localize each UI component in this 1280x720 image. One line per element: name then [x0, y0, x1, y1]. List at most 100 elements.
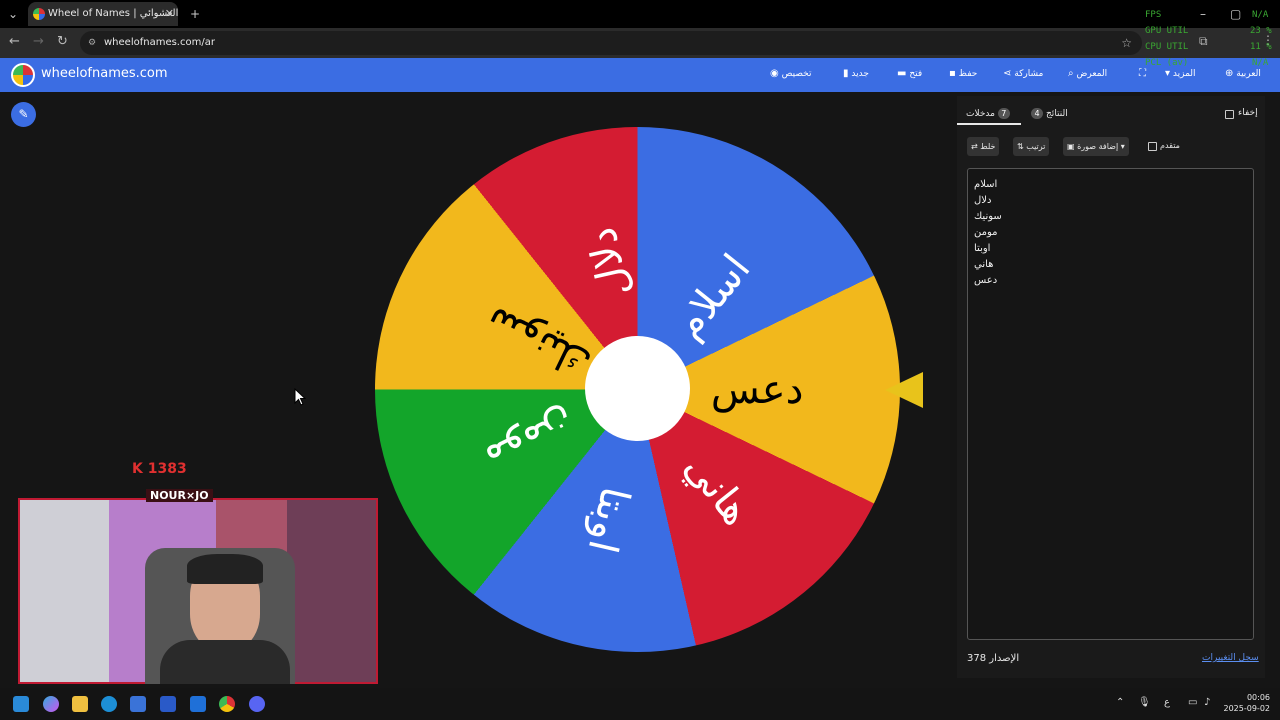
entry-line: هاني [974, 259, 994, 270]
add-image-label: إضافة صورة [1077, 142, 1119, 151]
kick-logo-icon: K [132, 461, 143, 477]
tab-entries[interactable]: مدخلات 7 [966, 108, 1013, 119]
sort-button[interactable]: ⇅ ترتيب [1013, 137, 1050, 156]
customize-button[interactable]: ◉ تخصيص [765, 68, 811, 79]
hide-checkbox[interactable] [1225, 110, 1234, 119]
shuffle-button[interactable]: ⇄ خلط [967, 137, 1000, 156]
wheel-center-hub[interactable] [585, 336, 690, 441]
url-text: wheelofnames.com/ar [104, 37, 215, 48]
wheel-logo-icon[interactable] [11, 63, 35, 87]
fullscreen-icon: ⛶ [1139, 68, 1146, 79]
version-info: 378 الإصدار [967, 653, 1019, 664]
gallery-label: المعرض [1076, 69, 1108, 79]
changelog-link[interactable]: سجل التغييرات [1202, 653, 1259, 663]
reload-icon[interactable]: ↻ [57, 34, 68, 49]
sort-label: ترتيب [1026, 142, 1046, 151]
streamer-name: NOUR×JO [146, 489, 213, 502]
browser-tab[interactable]: Wheel of Names | اسم العشوائي ✕ [28, 2, 178, 26]
entry-line: مومن [974, 227, 998, 238]
save-button[interactable]: ▪ حفظ [944, 68, 977, 79]
image-icon: ▣ [1067, 142, 1075, 151]
store-icon[interactable] [130, 696, 146, 712]
forward-icon[interactable]: → [33, 34, 44, 49]
entries-textarea[interactable]: اسلام دلال سونيك مومن اوبتا هاني دعس [967, 168, 1254, 640]
edge-icon[interactable] [101, 696, 117, 712]
windows-start-icon[interactable] [13, 696, 29, 712]
app-icon[interactable] [160, 696, 176, 712]
fps-label: FPS [1145, 10, 1162, 20]
gpu-value: 23 % [1250, 26, 1272, 36]
tab-list-icon[interactable]: ⌄ [8, 0, 18, 28]
entries-list: اسلام دلال سونيك مومن اوبتا هاني دعس [974, 177, 1253, 289]
webcam-body [160, 640, 290, 684]
share-button[interactable]: ⋖ مشاركة [998, 68, 1043, 79]
pcl-label: PCL (av) [1145, 58, 1189, 68]
url-field[interactable]: ⚙ wheelofnames.com/ar ☆ [80, 31, 1142, 55]
open-label: فتح [909, 69, 923, 79]
entries-label: مدخلات [966, 109, 995, 119]
kick-counter: K 1383 [132, 461, 187, 477]
entry-line: اسلام [974, 179, 998, 190]
version-number: 378 [967, 653, 987, 664]
outlook-icon[interactable] [190, 696, 206, 712]
palette-icon: ◉ [770, 68, 779, 79]
edit-pencil-icon[interactable]: ✎ [11, 102, 36, 127]
site-name[interactable]: wheelofnames.com [41, 66, 168, 81]
site-header: wheelofnames.com ◉ تخصيص ▮ جديد ▬ فتح ▪ … [0, 58, 1280, 92]
bookmark-star-icon[interactable]: ☆ [1121, 31, 1132, 55]
advanced-checkbox[interactable] [1148, 142, 1157, 151]
open-button[interactable]: ▬ فتح [892, 68, 922, 79]
extensions-icon[interactable]: ⧉ [1199, 34, 1208, 49]
share-icon: ⋖ [1003, 68, 1012, 79]
cpu-value: 11 % [1250, 42, 1272, 52]
results-count: 4 [1031, 108, 1043, 119]
copilot-icon[interactable] [43, 696, 59, 712]
system-clock[interactable]: 00:06 2025-09-02 [1222, 692, 1271, 714]
cpu-label: CPU UTIL [1145, 42, 1189, 52]
share-label: مشاركة [1014, 69, 1044, 79]
active-tab-underline [957, 123, 1021, 125]
chevron-down-icon: ▾ [1165, 68, 1171, 79]
hide-label: إخفاء [1238, 108, 1258, 118]
close-tab-icon[interactable]: ✕ [165, 2, 174, 26]
sort-icon: ⇅ [1017, 142, 1024, 151]
browser-tab-bar: ⌄ Wheel of Names | اسم العشوائي ✕ + – ▢ [0, 0, 1280, 28]
save-icon: ▪ [949, 68, 956, 79]
customize-label: تخصيص [781, 69, 812, 79]
add-image-button[interactable]: ▣ إضافة صورة ▾ [1063, 137, 1129, 156]
clock-date: 2025-09-02 [1223, 704, 1271, 713]
keyboard-language[interactable]: ع [1164, 697, 1170, 708]
results-label: النتائج [1046, 109, 1068, 119]
new-tab-icon[interactable]: + [190, 0, 200, 28]
webcam-hair [187, 554, 263, 584]
tray-overflow-icon[interactable]: ⌃ [1116, 697, 1124, 708]
advanced-label: متقدم [1160, 141, 1180, 150]
gpu-label: GPU UTIL [1145, 26, 1189, 36]
minimize-icon[interactable]: – [1200, 0, 1206, 28]
fullscreen-button[interactable]: ⛶ [1134, 68, 1146, 79]
discord-icon[interactable] [249, 696, 265, 712]
site-info-icon[interactable]: ⚙ [88, 31, 96, 55]
more-button[interactable]: ▾ المزيد [1160, 68, 1196, 79]
new-button[interactable]: ▮ جديد [838, 68, 869, 79]
more-label: المزيد [1172, 69, 1196, 79]
tab-results[interactable]: 4 النتائج [1031, 108, 1068, 119]
maximize-icon[interactable]: ▢ [1230, 0, 1241, 28]
fps-value: N/A [1252, 10, 1269, 20]
globe-icon: ⊕ [1225, 68, 1234, 79]
mouse-cursor-icon [294, 388, 306, 406]
language-button[interactable]: ⊕ العربية [1220, 68, 1261, 79]
file-explorer-icon[interactable] [72, 696, 88, 712]
entry-line: دلال [974, 195, 992, 206]
back-icon[interactable]: ← [9, 34, 20, 49]
volume-icon[interactable]: ♪ [1204, 697, 1210, 708]
network-icon[interactable]: ▭ [1188, 697, 1197, 708]
gallery-button[interactable]: ⌕ المعرض [1063, 68, 1107, 79]
kick-count: 1383 [147, 461, 187, 477]
pcl-value: N/A [1252, 58, 1269, 68]
clock-time: 00:06 [1246, 693, 1270, 702]
chrome-icon[interactable] [219, 696, 235, 712]
microphone-icon[interactable]: 🎙 [1138, 697, 1151, 708]
search-icon: ⌕ [1068, 68, 1074, 79]
wheel-pointer-icon [885, 372, 923, 408]
